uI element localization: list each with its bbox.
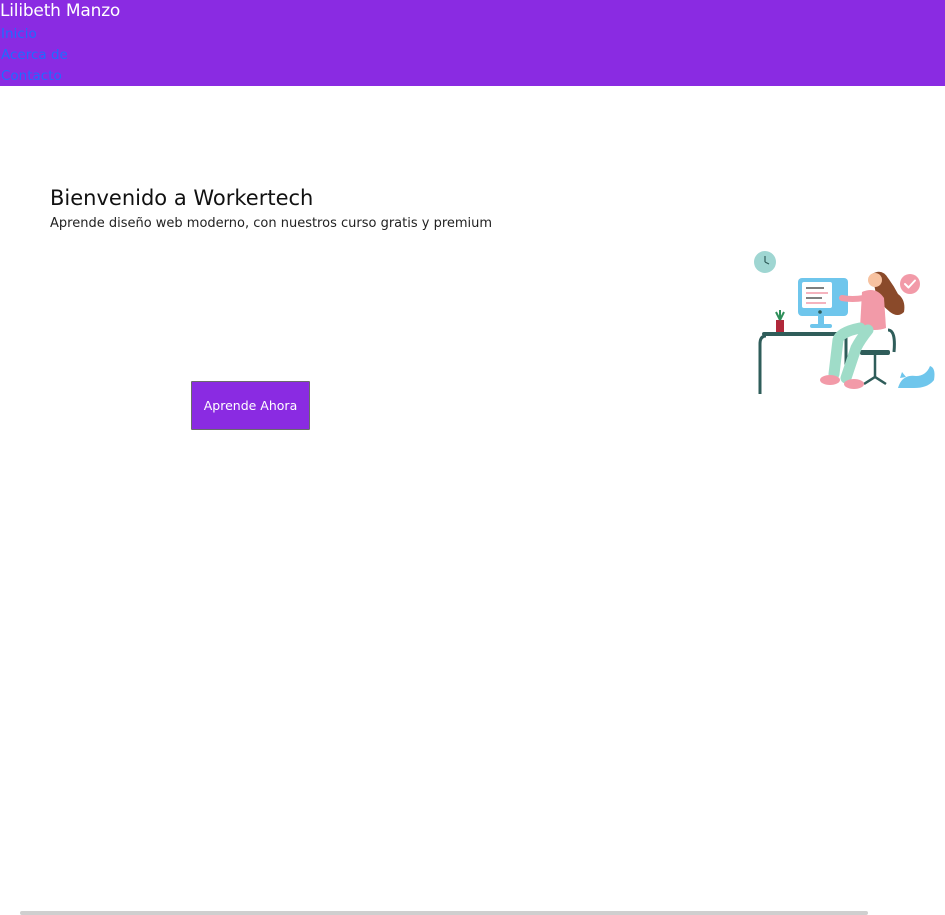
learn-now-button[interactable]: Aprende Ahora — [191, 381, 310, 430]
nav-link-inicio[interactable]: Inicio — [1, 26, 37, 42]
chair-seat — [860, 350, 890, 355]
desk-leg-left — [758, 334, 767, 394]
nav-link-contacto[interactable]: Contacto — [1, 68, 62, 84]
nav-item-contacto: Contacto — [1, 66, 68, 87]
hero-subtitle: Aprende diseño web moderno, con nuestros… — [50, 216, 493, 231]
nav-link-acerca-de[interactable]: Acerca de — [1, 47, 68, 63]
plant-pot — [776, 320, 784, 332]
woman-at-computer-illustration-icon — [754, 251, 935, 394]
hero-illustration — [750, 246, 935, 396]
horizontal-scrollbar[interactable] — [20, 911, 868, 915]
nav-item-inicio: Inicio — [1, 24, 68, 45]
nav-item-acerca: Acerca de — [1, 45, 68, 66]
top-navbar: Lilibeth Manzo Inicio Acerca de Contacto — [0, 0, 945, 86]
brand-name: Lilibeth Manzo — [0, 1, 121, 21]
check-badge-icon — [900, 274, 920, 294]
hero-title: Bienvenido a Workertech — [50, 186, 314, 210]
nav-menu: Inicio Acerca de Contacto — [1, 24, 68, 87]
